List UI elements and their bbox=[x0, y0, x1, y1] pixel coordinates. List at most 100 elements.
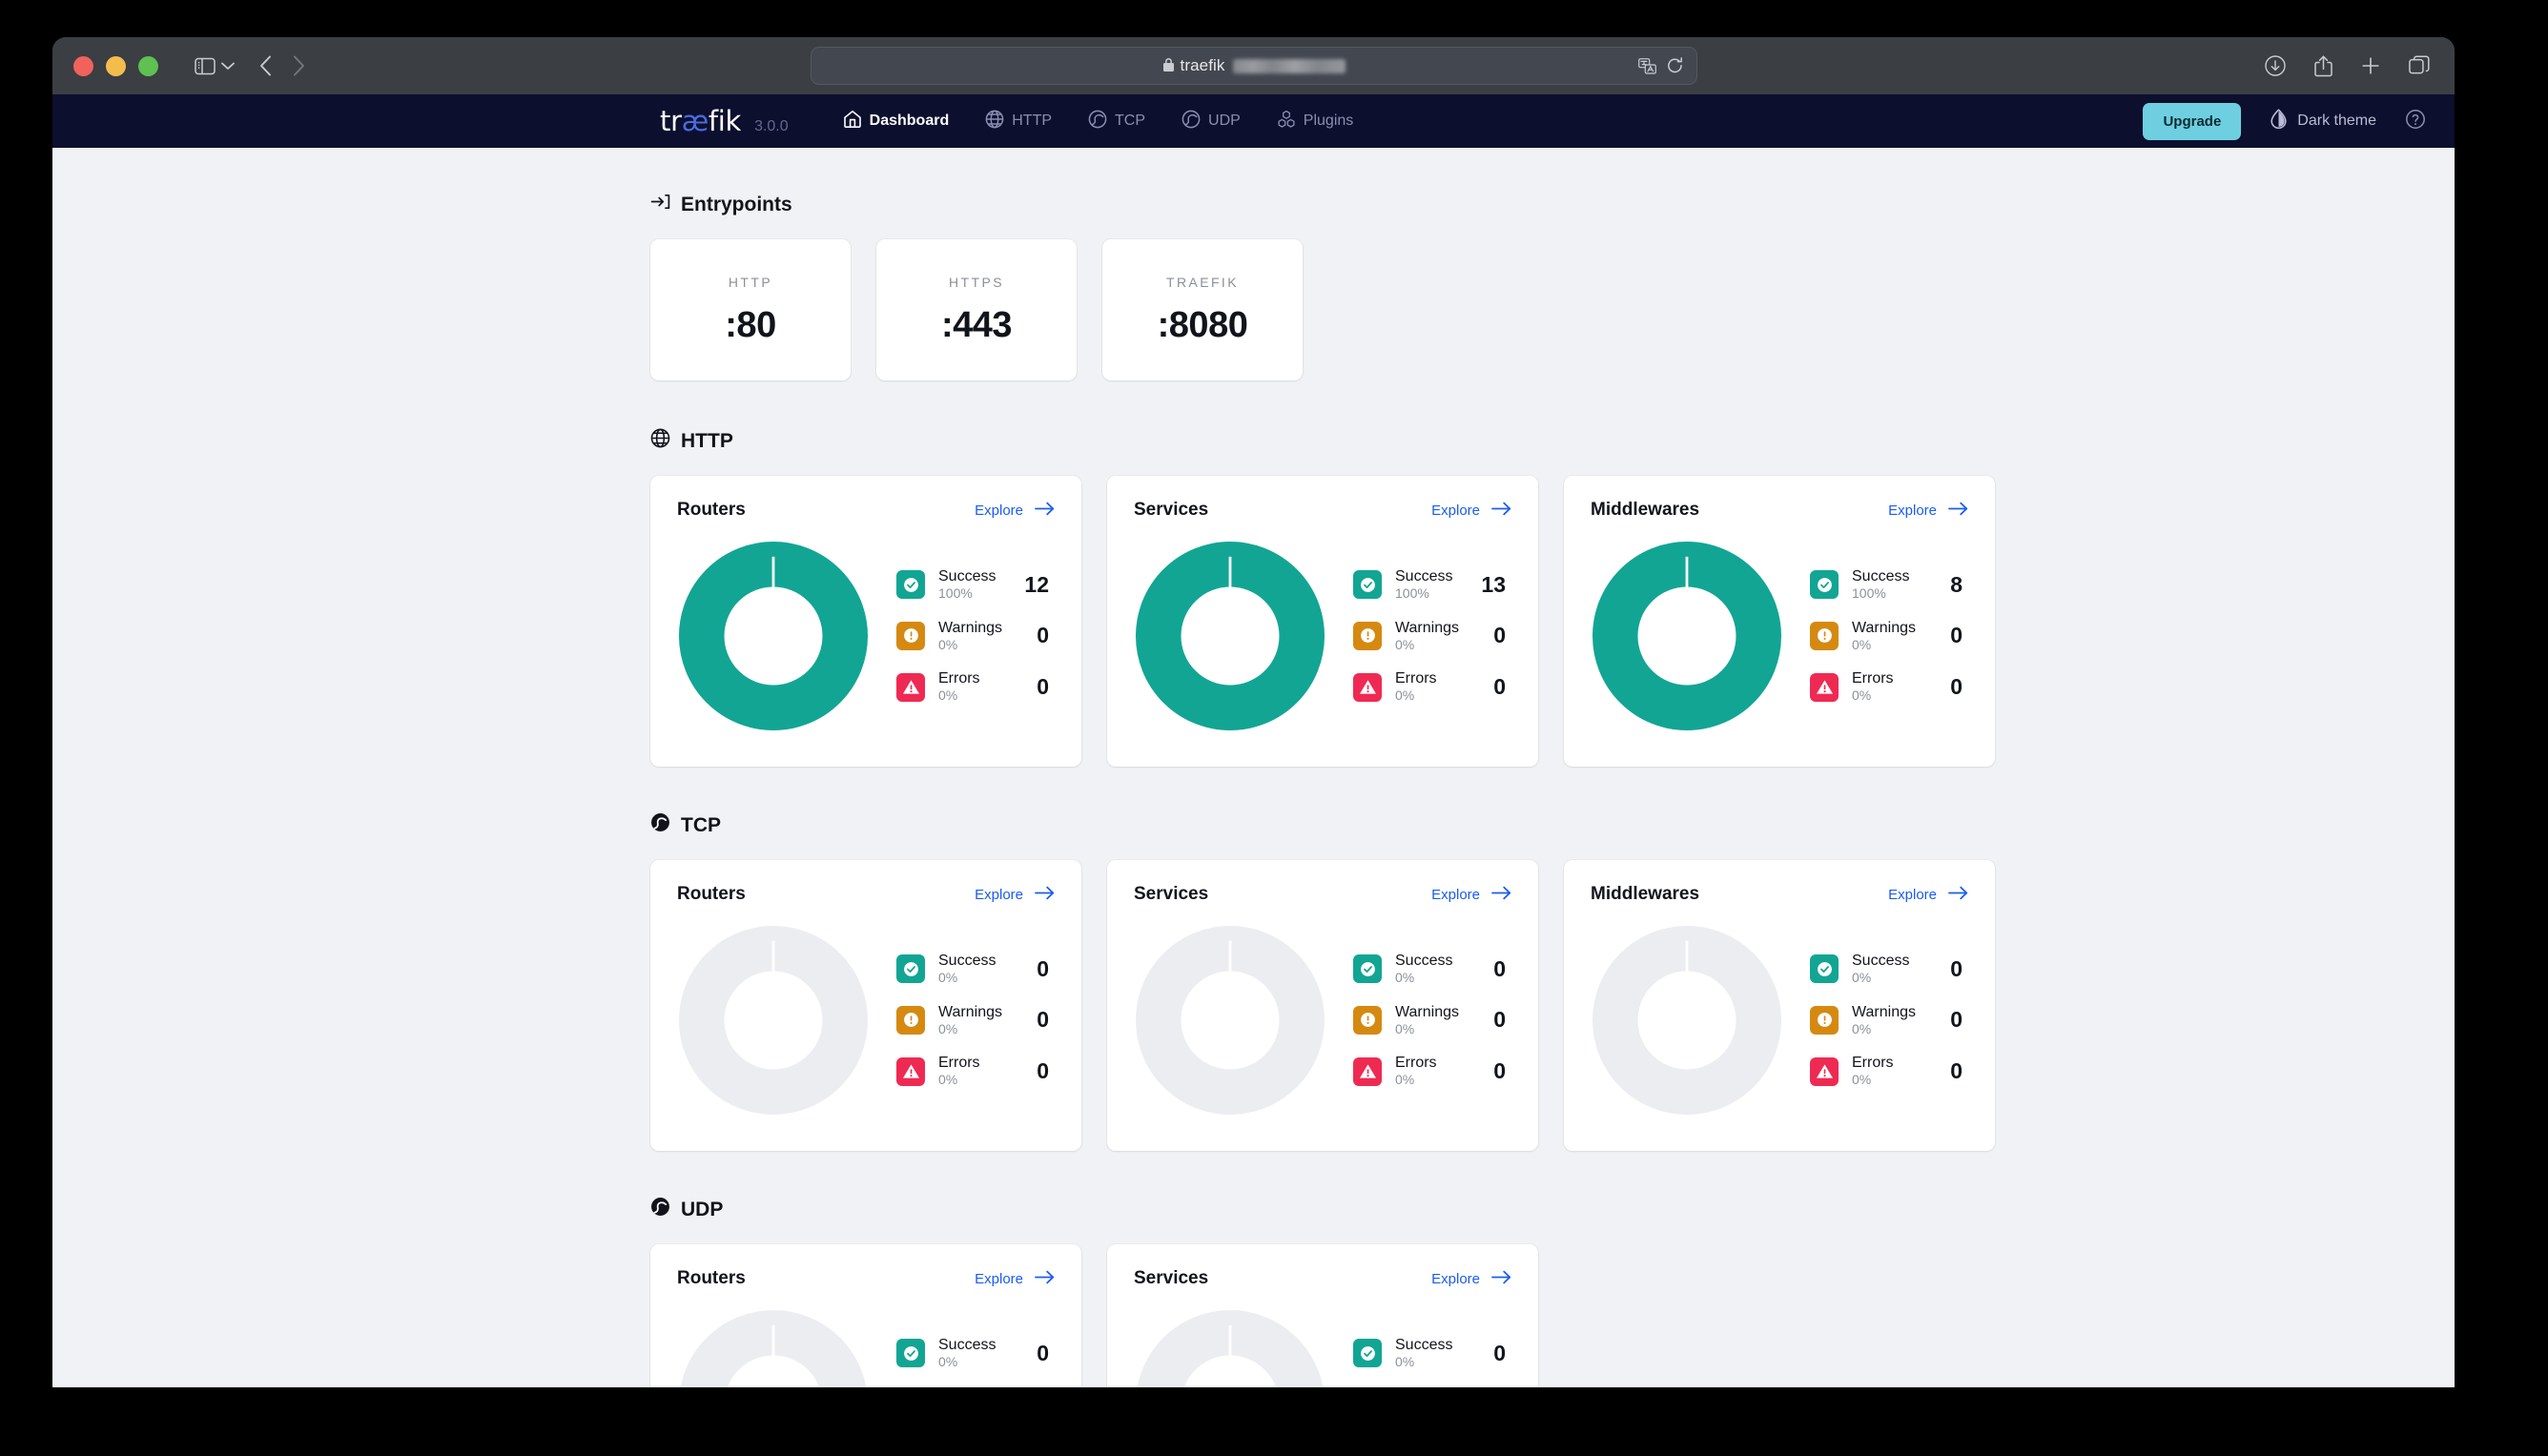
legend-row-warnings: Warnings 0% 0 bbox=[896, 620, 1055, 653]
back-arrow-icon[interactable] bbox=[259, 55, 272, 76]
legend-row-errors: Errors 0% 0 bbox=[1810, 670, 1968, 704]
share-icon[interactable] bbox=[2314, 55, 2332, 77]
nav-item-tcp[interactable]: TCP bbox=[1070, 94, 1163, 148]
tab-overview-icon[interactable] bbox=[2409, 55, 2430, 76]
legend-label: Success bbox=[1395, 953, 1453, 970]
warnings-badge-icon bbox=[896, 1005, 925, 1035]
nav-item-udp[interactable]: UDP bbox=[1163, 94, 1259, 148]
legend-percentage: 100% bbox=[1395, 585, 1429, 602]
legend-count: 12 bbox=[1024, 571, 1049, 597]
reload-icon[interactable] bbox=[1667, 57, 1683, 74]
legend-label: Errors bbox=[1395, 670, 1437, 687]
legend-label: Warnings bbox=[1852, 1003, 1916, 1020]
downloads-icon[interactable] bbox=[2265, 55, 2286, 76]
entrypoint-card-traefik[interactable]: TRAEFIK :8080 bbox=[1102, 239, 1303, 380]
explore-link[interactable]: Explore bbox=[1431, 886, 1511, 904]
legend-label: Errors bbox=[938, 1055, 980, 1072]
maximize-window-button[interactable] bbox=[138, 55, 158, 76]
plus-icon[interactable] bbox=[2361, 56, 2380, 75]
legend-label: Success bbox=[1395, 1337, 1453, 1354]
legend-label: Warnings bbox=[938, 1003, 1002, 1020]
explore-link[interactable]: Explore bbox=[975, 1270, 1055, 1288]
tcp-card-row: Routers Explore Success 0% 0 Warnings 0%… bbox=[650, 860, 1995, 1151]
legend-label: Warnings bbox=[938, 619, 1002, 636]
card-body: Success 100% 8 Warnings 0% 0 Errors 0% 0 bbox=[1591, 542, 1968, 730]
entrypoint-port: :443 bbox=[940, 304, 1013, 345]
nav-item-udp-label: UDP bbox=[1208, 113, 1241, 129]
warnings-badge-icon bbox=[1810, 621, 1839, 650]
donut-chart bbox=[1592, 926, 1781, 1115]
stat-card-middlewares[interactable]: Middlewares Explore Success 100% 8 Warni… bbox=[1564, 476, 1995, 767]
browser-window: traefik træfik 3.0.0 Dashboard HTTP TCP … bbox=[52, 37, 2455, 1387]
legend-percentage: 0% bbox=[1395, 1072, 1415, 1088]
nav-item-plugins[interactable]: Plugins bbox=[1259, 94, 1371, 148]
stat-card-routers[interactable]: Routers Explore Success 0% 0 Warnings bbox=[650, 1244, 1081, 1387]
entrypoint-card-http[interactable]: HTTP :80 bbox=[650, 239, 851, 380]
legend-count: 0 bbox=[1037, 1058, 1049, 1084]
card-title: Services bbox=[1134, 884, 1209, 904]
explore-link[interactable]: Explore bbox=[975, 502, 1055, 520]
forward-arrow-icon[interactable] bbox=[293, 55, 305, 76]
window-traffic-lights bbox=[73, 55, 158, 76]
stat-card-routers[interactable]: Routers Explore Success 0% 0 Warnings bbox=[650, 860, 1081, 1151]
card-title: Routers bbox=[677, 500, 746, 520]
card-legend: Success 100% 12 Warnings 0% 0 Errors 0% … bbox=[896, 568, 1055, 704]
nav-item-dashboard[interactable]: Dashboard bbox=[825, 94, 968, 148]
entrypoint-card-https[interactable]: HTTPS :443 bbox=[876, 239, 1077, 380]
legend-percentage: 100% bbox=[938, 585, 973, 602]
stat-card-routers[interactable]: Routers Explore Success 100% 12 Warnings… bbox=[650, 476, 1081, 767]
explore-link[interactable]: Explore bbox=[1888, 886, 1968, 904]
explore-link[interactable]: Explore bbox=[1888, 502, 1968, 520]
stat-card-middlewares[interactable]: Middlewares Explore Success 0% 0 Warning… bbox=[1564, 860, 1995, 1151]
explore-label: Explore bbox=[975, 886, 1023, 903]
http-section-title: HTTP bbox=[681, 429, 733, 452]
tcp-section-title: TCP bbox=[681, 813, 721, 836]
donut-chart bbox=[1137, 1310, 1324, 1387]
entrypoint-name: TRAEFIK bbox=[1166, 274, 1239, 290]
warnings-badge-icon bbox=[1353, 1005, 1382, 1035]
entrypoints-section-title: Entrypoints bbox=[681, 193, 792, 215]
legend-label: Success bbox=[1395, 568, 1453, 585]
arrow-right-icon bbox=[1948, 502, 1968, 520]
upgrade-button[interactable]: Upgrade bbox=[2143, 102, 2242, 140]
http-card-row: Routers Explore Success 100% 12 Warnings… bbox=[650, 476, 1995, 767]
card-legend: Success 0% 0 Warnings 0% 0 Errors 0% 0 bbox=[896, 1337, 1055, 1387]
nav-item-dashboard-label: Dashboard bbox=[869, 113, 950, 129]
explore-link[interactable]: Explore bbox=[1431, 502, 1511, 520]
address-bar[interactable]: traefik bbox=[811, 47, 1697, 85]
legend-count: 0 bbox=[1950, 623, 1962, 648]
close-window-button[interactable] bbox=[73, 55, 93, 76]
sidebar-icon[interactable] bbox=[195, 57, 216, 75]
stat-card-services[interactable]: Services Explore Success 100% 13 Warning… bbox=[1107, 476, 1538, 767]
explore-label: Explore bbox=[975, 1270, 1023, 1287]
card-title: Routers bbox=[677, 1268, 746, 1288]
help-button[interactable] bbox=[2405, 109, 2426, 134]
stat-card-services[interactable]: Services Explore Success 0% 0 Warnings bbox=[1107, 1244, 1538, 1387]
legend-count: 0 bbox=[1493, 1007, 1506, 1033]
legend-count: 0 bbox=[1950, 674, 1962, 700]
card-title: Middlewares bbox=[1591, 500, 1700, 520]
card-title: Services bbox=[1134, 1268, 1209, 1288]
legend-percentage: 0% bbox=[938, 1354, 958, 1370]
legend-row-warnings: Warnings 0% 0 bbox=[1353, 620, 1511, 653]
legend-row-errors: Errors 0% 0 bbox=[896, 1055, 1055, 1088]
legend-row-warnings: Warnings 0% 0 bbox=[896, 1004, 1055, 1037]
explore-link[interactable]: Explore bbox=[975, 886, 1055, 904]
traefik-logo-block[interactable]: træfik 3.0.0 bbox=[660, 105, 789, 137]
entrypoints-row: HTTP :80 HTTPS :443 TRAEFIK :8080 bbox=[650, 239, 1995, 380]
stat-card-services[interactable]: Services Explore Success 0% 0 Warnings bbox=[1107, 860, 1538, 1151]
card-legend: Success 100% 8 Warnings 0% 0 Errors 0% 0 bbox=[1810, 568, 1968, 704]
legend-label: Errors bbox=[1852, 670, 1894, 687]
translate-icon[interactable] bbox=[1638, 57, 1656, 74]
legend-percentage: 0% bbox=[1395, 970, 1415, 986]
legend-count: 0 bbox=[1493, 1058, 1506, 1084]
minimize-window-button[interactable] bbox=[106, 55, 126, 76]
dark-theme-toggle[interactable]: Dark theme bbox=[2270, 109, 2376, 133]
app-top-navigation: træfik 3.0.0 Dashboard HTTP TCP UDP Plug… bbox=[52, 94, 2455, 148]
card-title: Routers bbox=[677, 884, 746, 904]
explore-link[interactable]: Explore bbox=[1431, 1270, 1511, 1288]
nav-item-http[interactable]: HTTP bbox=[967, 94, 1070, 148]
nav-item-plugins-label: Plugins bbox=[1303, 113, 1354, 129]
chevron-down-icon[interactable] bbox=[221, 62, 235, 71]
legend-percentage: 0% bbox=[1852, 1020, 1872, 1036]
